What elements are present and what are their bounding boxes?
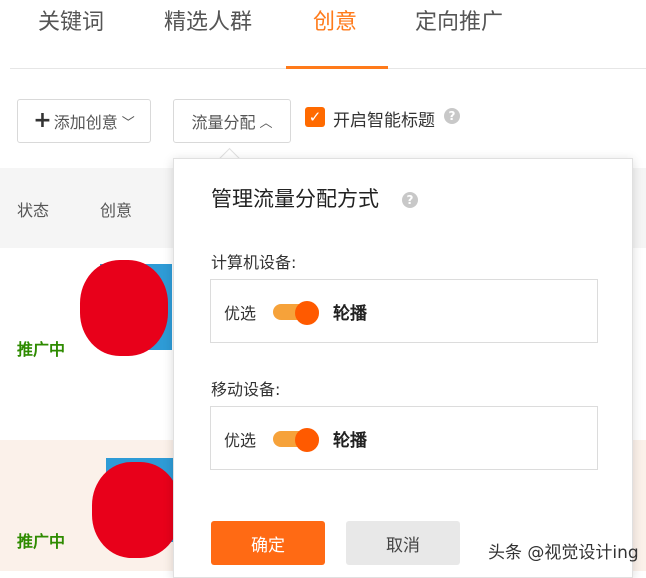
traffic-allocation-label: 流量分配	[191, 113, 256, 132]
mobile-rotation-toggle-group: 优选 轮播	[210, 406, 598, 470]
tab-targeting[interactable]: 定向推广	[415, 8, 503, 38]
confirm-button[interactable]: 确定	[211, 521, 325, 565]
tab-creative[interactable]: 创意	[313, 8, 357, 38]
watermark-text: 头条 @视觉设计ing	[488, 543, 639, 563]
toggle-knob	[295, 301, 319, 325]
traffic-allocation-button[interactable]: 流量分配 ︿	[173, 99, 291, 143]
desktop-rotation-toggle-group: 优选 轮播	[210, 279, 598, 343]
status-text: 推广中	[17, 340, 66, 359]
popup-title: 管理流量分配方式	[211, 187, 379, 211]
column-header-status: 状态	[17, 201, 50, 220]
help-icon[interactable]: ?	[444, 108, 460, 124]
add-creative-button[interactable]: + 添加创意 ﹀	[17, 99, 151, 143]
active-tab-indicator	[286, 66, 388, 69]
toggle-knob	[295, 428, 319, 452]
option-preferred-label: 优选	[224, 431, 257, 450]
tab-keywords[interactable]: 关键词	[38, 8, 104, 38]
mobile-device-label: 移动设备:	[211, 380, 281, 399]
redaction-mark	[80, 260, 168, 356]
tab-bar: 关键词 精选人群 创意 定向推广	[0, 0, 646, 70]
add-creative-label: 添加创意	[53, 113, 118, 132]
traffic-allocation-popup: 管理流量分配方式 ? 计算机设备: 优选 轮播 移动设备: 优选 轮播 确定 取…	[173, 158, 633, 578]
help-icon[interactable]: ?	[402, 192, 418, 208]
smart-title-checkbox[interactable]: ✓	[305, 107, 325, 127]
chevron-down-icon: ﹀	[121, 115, 135, 131]
status-text: 推广中	[17, 532, 66, 551]
option-rotation-label: 轮播	[333, 304, 367, 324]
column-header-creative: 创意	[100, 201, 133, 220]
option-rotation-label: 轮播	[333, 431, 367, 451]
cancel-button[interactable]: 取消	[346, 521, 460, 565]
redaction-mark	[92, 462, 180, 558]
desktop-device-label: 计算机设备:	[211, 253, 297, 272]
option-preferred-label: 优选	[224, 304, 257, 323]
tab-audience[interactable]: 精选人群	[164, 8, 252, 38]
plus-icon: +	[33, 108, 52, 133]
smart-title-label: 开启智能标题	[333, 111, 435, 131]
chevron-up-icon: ︿	[259, 115, 273, 131]
